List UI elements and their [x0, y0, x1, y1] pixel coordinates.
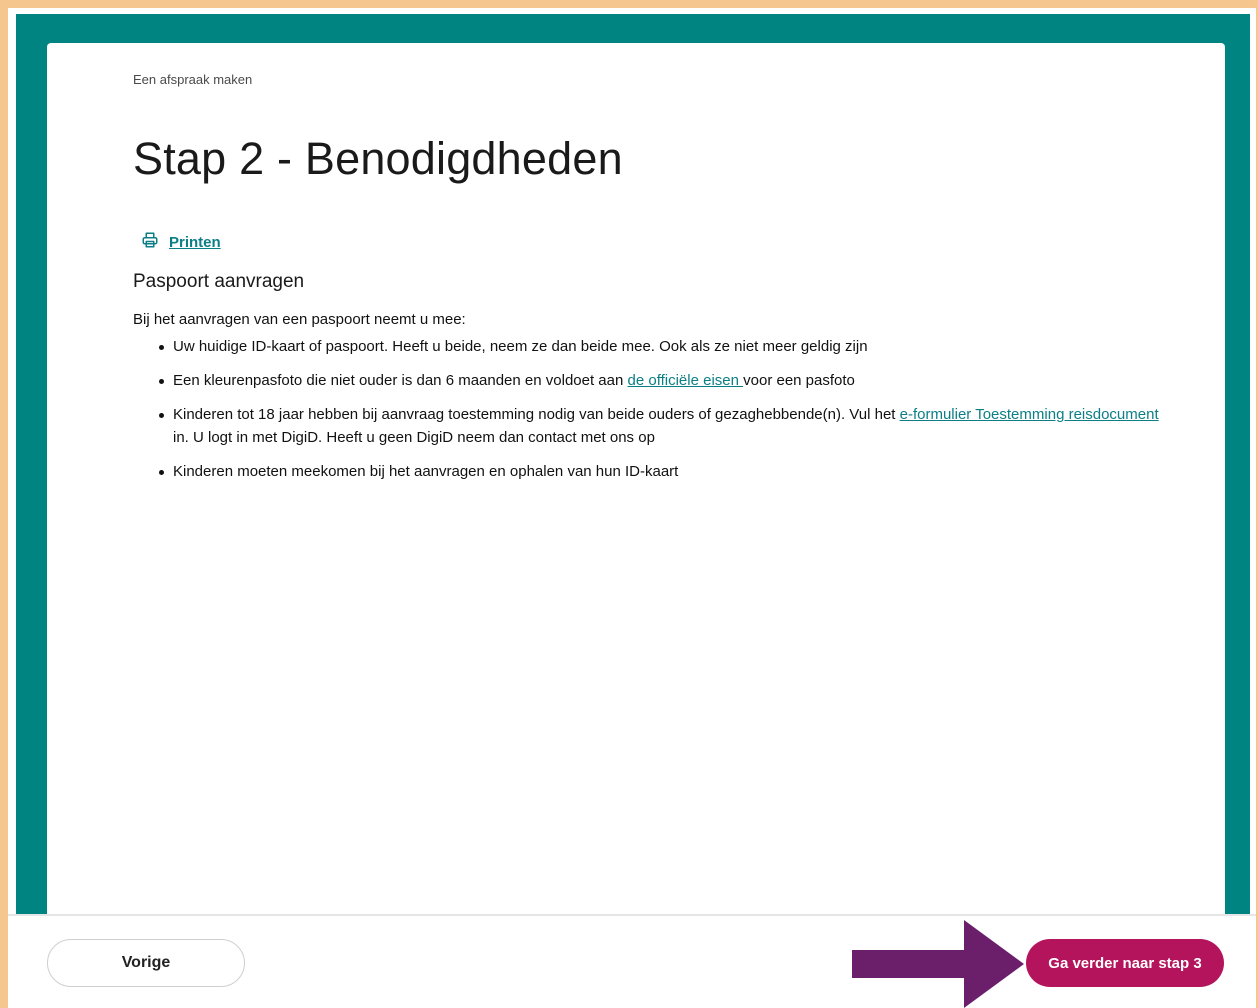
section-title: Paspoort aanvragen	[133, 271, 305, 292]
intro-text: Bij het aanvragen van een paspoort neemt…	[133, 311, 466, 328]
list-item-text: voor een pasfoto	[743, 372, 855, 389]
printer-icon	[141, 231, 159, 253]
list-item: Een kleurenpasfoto die niet ouder is dan…	[159, 369, 1173, 392]
list-item-text: Kinderen tot 18 jaar hebben bij aanvraag…	[173, 406, 900, 423]
list-item: Kinderen moeten meekomen bij het aanvrag…	[159, 460, 1173, 483]
next-step-button[interactable]: Ga verder naar stap 3	[1026, 939, 1224, 987]
page-title: Stap 2 - Benodigdheden	[133, 133, 623, 184]
print-label[interactable]: Printen	[169, 234, 221, 251]
list-item-text: Uw huidige ID-kaart of paspoort. Heeft u…	[173, 338, 868, 355]
previous-button[interactable]: Vorige	[47, 939, 245, 987]
arrow-right-icon	[852, 920, 1024, 1008]
print-link[interactable]: Printen	[141, 231, 221, 253]
consent-form-link[interactable]: e-formulier Toestemming reisdocument	[900, 406, 1159, 423]
content-card: Een afspraak maken Stap 2 - Benodigdhede…	[47, 43, 1225, 916]
list-item: Kinderen tot 18 jaar hebben bij aanvraag…	[159, 403, 1173, 449]
list-item-text: in. U logt in met DigiD. Heeft u geen Di…	[173, 429, 655, 446]
list-item-text: Kinderen moeten meekomen bij het aanvrag…	[173, 463, 679, 480]
official-requirements-link[interactable]: de officiële eisen	[628, 372, 744, 389]
requirements-list: Uw huidige ID-kaart of paspoort. Heeft u…	[133, 335, 1173, 494]
footer-divider	[8, 914, 1256, 916]
list-item: Uw huidige ID-kaart of paspoort. Heeft u…	[159, 335, 1173, 358]
list-item-text: Een kleurenpasfoto die niet ouder is dan…	[173, 372, 628, 389]
breadcrumb[interactable]: Een afspraak maken	[133, 72, 252, 87]
